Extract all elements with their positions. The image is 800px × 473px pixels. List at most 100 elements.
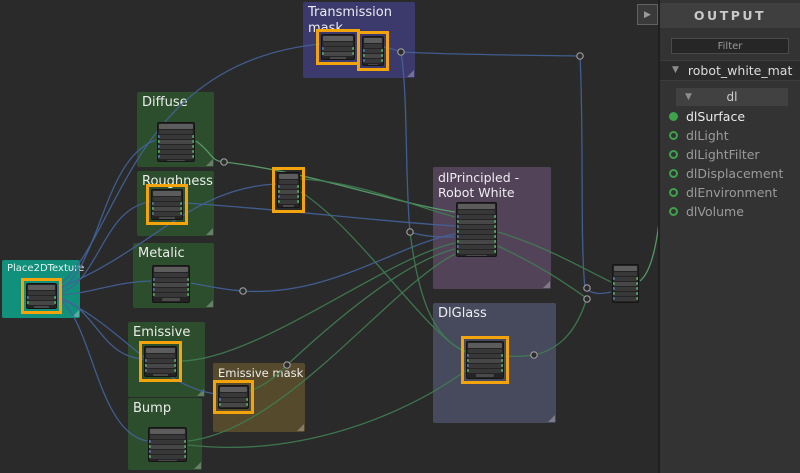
output-item-dlVolume[interactable]: dlVolume [660, 202, 800, 221]
node-attribute-row[interactable] [154, 278, 188, 282]
output-port-icon[interactable] [184, 455, 187, 458]
output-port-icon[interactable] [187, 283, 190, 286]
input-port-icon[interactable] [612, 287, 615, 290]
output-port-icon[interactable] [636, 282, 639, 285]
port-dot-icon[interactable] [669, 112, 678, 121]
input-port-icon[interactable] [148, 455, 151, 458]
input-port-icon[interactable] [456, 215, 459, 218]
connection-wire[interactable] [301, 179, 455, 217]
node-attribute-row[interactable] [159, 135, 193, 139]
output-port-icon[interactable] [636, 277, 639, 280]
input-port-icon[interactable] [157, 150, 160, 153]
output-port-icon[interactable] [192, 150, 195, 153]
input-port-icon[interactable] [157, 135, 160, 138]
node-attribute-row[interactable] [458, 225, 495, 229]
node-graph-canvas[interactable]: Transmission maskDiffuseRoughnessMetalic… [0, 0, 658, 473]
output-port-icon[interactable] [192, 155, 195, 158]
connection-wire[interactable] [410, 232, 455, 237]
wire-junction-dot[interactable] [584, 296, 590, 302]
input-port-icon[interactable] [456, 225, 459, 228]
node-attribute-row[interactable] [154, 293, 188, 297]
output-port-icon[interactable] [494, 240, 497, 243]
input-port-icon[interactable] [456, 245, 459, 248]
port-dot-icon[interactable] [669, 207, 678, 216]
node-attribute-row[interactable] [159, 150, 193, 154]
output-port-icon[interactable] [494, 235, 497, 238]
output-port-icon[interactable] [192, 145, 195, 148]
panel-expand-button[interactable]: ▶ [637, 4, 658, 25]
input-port-icon[interactable] [152, 288, 155, 291]
node-attribute-row[interactable] [154, 273, 188, 277]
node-attribute-row[interactable] [614, 287, 637, 291]
wire-junction-dot[interactable] [531, 352, 537, 358]
wire-junction-dot[interactable] [221, 159, 227, 165]
material-row[interactable]: ▼ robot_white_mat [660, 60, 800, 81]
input-port-icon[interactable] [152, 283, 155, 286]
output-port-icon[interactable] [494, 225, 497, 228]
output-port-icon[interactable] [494, 220, 497, 223]
input-port-icon[interactable] [152, 293, 155, 296]
input-port-icon[interactable] [157, 140, 160, 143]
node-attribute-row[interactable] [150, 440, 185, 444]
node-attribute-row[interactable] [458, 240, 495, 244]
port-dot-icon[interactable] [669, 131, 678, 140]
connection-wire[interactable] [57, 298, 217, 394]
input-port-icon[interactable] [456, 220, 459, 223]
node-attribute-row[interactable] [614, 292, 637, 296]
wire-junction-dot[interactable] [407, 229, 413, 235]
connection-wire[interactable] [505, 301, 586, 356]
output-item-dlLightFilter[interactable]: dlLightFilter [660, 145, 800, 164]
input-port-icon[interactable] [456, 235, 459, 238]
node-attribute-row[interactable] [159, 140, 193, 144]
node-attribute-row[interactable] [154, 288, 188, 292]
shader-node-bump-node[interactable] [148, 427, 187, 462]
node-attribute-row[interactable] [150, 455, 185, 459]
node-attribute-row[interactable] [159, 145, 193, 149]
output-item-dlEnvironment[interactable]: dlEnvironment [660, 183, 800, 202]
connection-wire[interactable] [301, 192, 465, 352]
output-port-icon[interactable] [192, 135, 195, 138]
connection-wire[interactable] [580, 56, 611, 293]
input-port-icon[interactable] [148, 445, 151, 448]
output-port-icon[interactable] [494, 250, 497, 253]
connection-wire[interactable] [179, 243, 455, 361]
connection-wire[interactable] [401, 52, 410, 232]
input-port-icon[interactable] [148, 450, 151, 453]
node-attribute-row[interactable] [614, 272, 637, 276]
output-item-dlDisplacement[interactable]: dlDisplacement [660, 164, 800, 183]
connection-wire[interactable] [498, 246, 585, 297]
node-attribute-row[interactable] [159, 155, 193, 159]
input-port-icon[interactable] [456, 250, 459, 253]
output-port-icon[interactable] [636, 292, 639, 295]
node-attribute-row[interactable] [614, 297, 637, 301]
group-row[interactable]: ▼ dl [676, 88, 788, 106]
node-attribute-row[interactable] [159, 130, 193, 134]
output-port-icon[interactable] [184, 440, 187, 443]
connection-wire[interactable] [250, 249, 455, 391]
output-port-icon[interactable] [494, 215, 497, 218]
node-attribute-row[interactable] [150, 435, 185, 439]
node-attribute-row[interactable] [154, 283, 188, 287]
input-port-icon[interactable] [148, 440, 151, 443]
node-attribute-row[interactable] [458, 215, 495, 219]
connection-wire[interactable] [640, 120, 658, 281]
node-attribute-row[interactable] [458, 230, 495, 234]
input-port-icon[interactable] [456, 230, 459, 233]
wire-junction-dot[interactable] [577, 53, 583, 59]
node-attribute-row[interactable] [458, 245, 495, 249]
node-attribute-row[interactable] [614, 282, 637, 286]
filter-input[interactable] [671, 38, 789, 54]
connection-wire[interactable] [57, 297, 143, 359]
wire-junction-dot[interactable] [284, 362, 290, 368]
input-port-icon[interactable] [152, 278, 155, 281]
output-port-icon[interactable] [184, 445, 187, 448]
output-port-icon[interactable] [192, 140, 195, 143]
node-attribute-row[interactable] [458, 220, 495, 224]
output-item-dlLight[interactable]: dlLight [660, 126, 800, 145]
connection-wire[interactable] [57, 44, 320, 287]
input-port-icon[interactable] [456, 240, 459, 243]
input-port-icon[interactable] [612, 277, 615, 280]
node-attribute-row[interactable] [458, 210, 495, 214]
node-attribute-row[interactable] [458, 250, 495, 254]
output-port-icon[interactable] [494, 245, 497, 248]
